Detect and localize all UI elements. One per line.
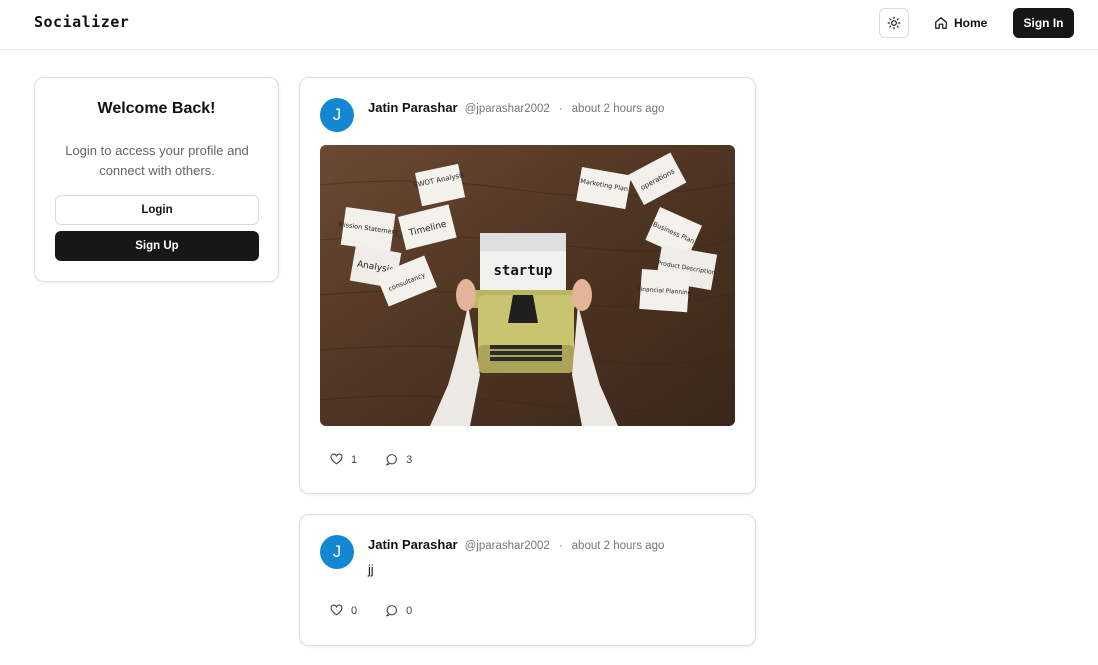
comment-button[interactable]: 0 bbox=[385, 604, 412, 617]
welcome-card: Welcome Back! Login to access your profi… bbox=[34, 77, 279, 282]
home-icon bbox=[935, 17, 947, 29]
post-body-text: jj bbox=[368, 563, 374, 577]
home-label: Home bbox=[954, 16, 988, 30]
like-button[interactable]: 0 bbox=[330, 604, 357, 617]
sign-in-button[interactable]: Sign In bbox=[1013, 8, 1074, 38]
comment-icon bbox=[386, 605, 398, 617]
comment-icon bbox=[386, 454, 398, 466]
comment-count: 3 bbox=[406, 453, 413, 466]
heart-icon bbox=[330, 604, 343, 616]
post-actions: 0 0 bbox=[330, 604, 412, 617]
startup-typewriter-image: SWOT Analysis Mission Statement Timeline… bbox=[320, 145, 735, 426]
post-timestamp: about 2 hours ago bbox=[571, 103, 665, 115]
comment-count: 0 bbox=[406, 604, 413, 617]
post-timestamp: about 2 hours ago bbox=[571, 540, 665, 552]
separator-dot: · bbox=[558, 540, 563, 552]
brand-logo[interactable]: Socializer bbox=[34, 13, 129, 31]
welcome-description: Login to access your profile and connect… bbox=[65, 143, 249, 178]
welcome-title: Welcome Back! bbox=[97, 100, 216, 117]
post-actions: 1 3 bbox=[330, 453, 412, 466]
post-author[interactable]: Jatin Parashar bbox=[368, 100, 458, 115]
login-button[interactable]: Login bbox=[55, 195, 259, 225]
sun-icon bbox=[887, 16, 901, 30]
comment-button[interactable]: 3 bbox=[385, 453, 412, 466]
post-card: J Jatin Parashar @jparashar2002 · about … bbox=[299, 77, 756, 494]
post-header: Jatin Parashar @jparashar2002 · about 2 … bbox=[368, 537, 664, 552]
top-navbar: Socializer Home Sign In bbox=[0, 0, 1098, 50]
post-image[interactable]: SWOT Analysis Mission Statement Timeline… bbox=[320, 145, 735, 426]
like-count: 0 bbox=[351, 604, 358, 617]
sign-up-button[interactable]: Sign Up bbox=[55, 231, 259, 261]
post-handle: @jparashar2002 bbox=[464, 540, 550, 552]
post-author[interactable]: Jatin Parashar bbox=[368, 537, 458, 552]
separator-dot: · bbox=[558, 103, 563, 115]
post-handle: @jparashar2002 bbox=[464, 103, 550, 115]
image-main-word: startup bbox=[493, 263, 552, 279]
home-nav-link[interactable]: Home bbox=[934, 8, 987, 38]
avatar[interactable]: J bbox=[320, 535, 354, 569]
post-card: J Jatin Parashar @jparashar2002 · about … bbox=[299, 514, 756, 646]
heart-icon bbox=[330, 453, 343, 465]
avatar[interactable]: J bbox=[320, 98, 354, 132]
like-button[interactable]: 1 bbox=[330, 453, 357, 466]
post-header: Jatin Parashar @jparashar2002 · about 2 … bbox=[368, 100, 664, 115]
like-count: 1 bbox=[351, 453, 358, 466]
theme-toggle-button[interactable] bbox=[879, 8, 909, 38]
